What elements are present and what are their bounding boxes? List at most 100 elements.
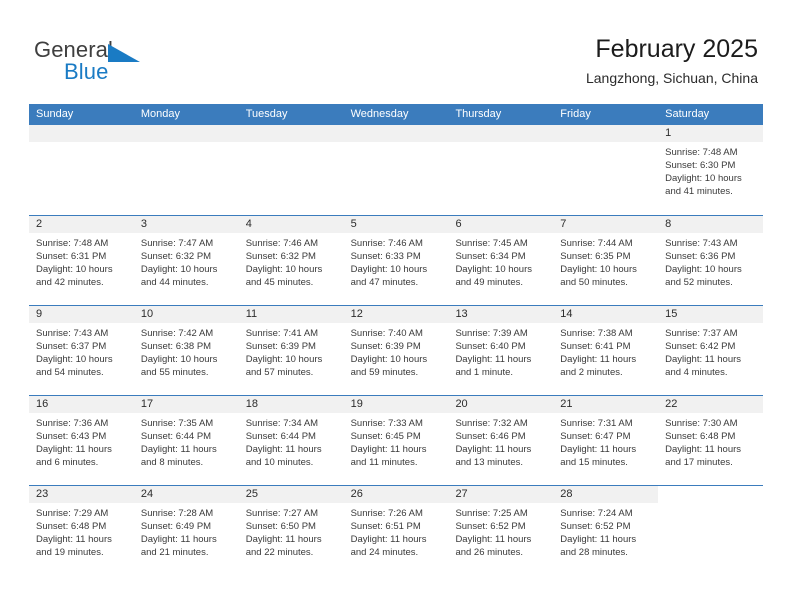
calendar-day-cell[interactable]: 26 Sunrise: 7:26 AM Sunset: 6:51 PM Dayligh… xyxy=(343,486,449,575)
day-number-band: 24 xyxy=(133,486,239,503)
day-number: 16 xyxy=(36,398,49,410)
day-sun-info: Sunrise: 7:47 AM Sunset: 6:32 PM Daylight:… xyxy=(134,233,239,289)
day-sun-info: Sunrise: 7:26 AM Sunset: 6:51 PM Daylight:… xyxy=(344,503,449,559)
daylight-text: Daylight: 10 hours and 49 minutes. xyxy=(455,264,533,288)
calendar-day-cell[interactable]: 11 Sunrise: 7:41 AM Sunset: 6:39 PM Dayligh… xyxy=(238,306,344,395)
daylight-text: Daylight: 11 hours and 2 minutes. xyxy=(560,354,637,378)
sunset-text: Sunset: 6:39 PM xyxy=(245,341,316,352)
daylight-text: Daylight: 10 hours and 57 minutes. xyxy=(245,354,323,378)
calendar-day-cell[interactable]: 23 Sunrise: 7:29 AM Sunset: 6:48 PM Dayligh… xyxy=(29,486,134,575)
sunrise-text: Sunrise: 7:35 AM xyxy=(140,418,214,429)
calendar-day-cell[interactable]: 25 Sunrise: 7:27 AM Sunset: 6:50 PM Dayligh… xyxy=(238,486,344,575)
calendar-day-cell[interactable]: 13 Sunrise: 7:39 AM Sunset: 6:40 PM Dayligh… xyxy=(448,306,554,395)
weekday-header-row: Sunday Monday Tuesday Wednesday Thursday Frid… xyxy=(29,104,763,125)
day-number-band xyxy=(448,125,554,142)
sunrise-text: Sunrise: 7:44 AM xyxy=(560,238,633,249)
calendar-day-cell[interactable]: 15 Sunrise: 7:37 AM Sunset: 6:42 PM Dayligh… xyxy=(658,306,764,395)
day-number-band xyxy=(29,125,134,142)
sunrise-text: Sunrise: 7:42 AM xyxy=(140,328,214,339)
day-number: 2 xyxy=(36,218,43,230)
day-sun-info: Sunrise: 7:45 AM Sunset: 6:34 PM Daylight:… xyxy=(448,233,553,289)
day-number-band: 26 xyxy=(343,486,449,503)
day-number-band: 12 xyxy=(343,306,449,323)
calendar-day-cell[interactable]: 28 Sunrise: 7:24 AM Sunset: 6:52 PM Dayligh… xyxy=(553,486,659,575)
weekday-header-sunday: Sunday xyxy=(36,108,74,120)
day-number: 11 xyxy=(245,308,258,320)
sunrise-text: Sunrise: 7:39 AM xyxy=(455,328,528,339)
calendar-day-cell[interactable]: 19 Sunrise: 7:33 AM Sunset: 6:45 PM Dayligh… xyxy=(343,396,449,485)
day-number: 22 xyxy=(665,398,678,410)
calendar-day-cell[interactable]: 8 Sunrise: 7:43 AM Sunset: 6:36 PM Daylight… xyxy=(658,216,764,305)
day-number: 19 xyxy=(350,398,363,410)
day-number: 25 xyxy=(245,488,258,500)
daylight-text: Daylight: 10 hours and 50 minutes. xyxy=(560,264,637,288)
calendar-day-cell[interactable]: 16 Sunrise: 7:36 AM Sunset: 6:43 PM Dayligh… xyxy=(29,396,134,485)
calendar-day-cell[interactable]: 4 Sunrise: 7:46 AM Sunset: 6:32 PM Daylight… xyxy=(238,216,344,305)
day-sun-info: Sunrise: 7:38 AM Sunset: 6:41 PM Daylight:… xyxy=(553,323,658,379)
day-number-band: 16 xyxy=(29,396,134,413)
generalblue-logo: General Blue xyxy=(34,38,264,90)
day-number: 4 xyxy=(245,218,252,230)
calendar-day-cell[interactable]: 20 Sunrise: 7:32 AM Sunset: 6:46 PM Dayligh… xyxy=(448,396,554,485)
daylight-text: Daylight: 10 hours and 47 minutes. xyxy=(350,264,428,288)
calendar-day-cell-empty xyxy=(29,125,134,215)
calendar-day-cell[interactable]: 24 Sunrise: 7:28 AM Sunset: 6:49 PM Dayligh… xyxy=(133,486,239,575)
sunset-text: Sunset: 6:52 PM xyxy=(560,521,631,532)
sunrise-text: Sunrise: 7:30 AM xyxy=(665,418,738,429)
day-number: 28 xyxy=(560,488,573,500)
calendar-day-cell[interactable]: 5 Sunrise: 7:46 AM Sunset: 6:33 PM Daylight… xyxy=(343,216,449,305)
calendar-day-cell[interactable]: 1 Sunrise: 7:48 AM Sunset: 6:30 PM Daylight… xyxy=(658,125,764,215)
daylight-text: Daylight: 10 hours and 41 minutes. xyxy=(665,173,742,197)
sunset-text: Sunset: 6:46 PM xyxy=(455,431,526,442)
sunset-text: Sunset: 6:33 PM xyxy=(350,251,421,262)
day-sun-info: Sunrise: 7:35 AM Sunset: 6:44 PM Daylight:… xyxy=(134,413,239,469)
sunrise-text: Sunrise: 7:48 AM xyxy=(665,147,738,158)
day-number: 13 xyxy=(455,308,468,320)
title-block: February 2025 Langzhong, Sichuan, China xyxy=(586,34,758,87)
calendar-day-cell[interactable]: 3 Sunrise: 7:47 AM Sunset: 6:32 PM Daylight… xyxy=(133,216,239,305)
daylight-text: Daylight: 11 hours and 11 minutes. xyxy=(350,444,427,468)
daylight-text: Daylight: 10 hours and 44 minutes. xyxy=(140,264,218,288)
day-number: 9 xyxy=(36,308,43,320)
weekday-header-monday: Monday xyxy=(140,108,180,120)
sunset-text: Sunset: 6:51 PM xyxy=(350,521,421,532)
daylight-text: Daylight: 11 hours and 4 minutes. xyxy=(665,354,742,378)
day-number-band: 14 xyxy=(553,306,659,323)
calendar-day-cell[interactable]: 14 Sunrise: 7:38 AM Sunset: 6:41 PM Dayligh… xyxy=(553,306,659,395)
sunrise-text: Sunrise: 7:32 AM xyxy=(455,418,528,429)
sunrise-text: Sunrise: 7:48 AM xyxy=(36,238,109,249)
day-number-band: 18 xyxy=(238,396,344,413)
calendar-day-cell[interactable]: 18 Sunrise: 7:34 AM Sunset: 6:44 PM Dayligh… xyxy=(238,396,344,485)
sunset-text: Sunset: 6:32 PM xyxy=(140,251,212,262)
daylight-text: Daylight: 11 hours and 8 minutes. xyxy=(140,444,217,468)
calendar-weeks: 1 Sunrise: 7:48 AM Sunset: 6:30 PM Daylight… xyxy=(29,125,764,575)
calendar-day-cell[interactable]: 10 Sunrise: 7:42 AM Sunset: 6:38 PM Dayligh… xyxy=(133,306,239,395)
sunrise-text: Sunrise: 7:43 AM xyxy=(36,328,109,339)
calendar-day-cell[interactable]: 22 Sunrise: 7:30 AM Sunset: 6:48 PM Dayligh… xyxy=(658,396,764,485)
day-sun-info: Sunrise: 7:43 AM Sunset: 6:37 PM Daylight:… xyxy=(29,323,134,379)
calendar-day-cell[interactable]: 9 Sunrise: 7:43 AM Sunset: 6:37 PM Daylight… xyxy=(29,306,134,395)
calendar-day-cell-empty xyxy=(238,125,344,215)
calendar-day-cell[interactable]: 6 Sunrise: 7:45 AM Sunset: 6:34 PM Daylight… xyxy=(448,216,554,305)
calendar-day-cell-empty xyxy=(448,125,554,215)
calendar-day-cell[interactable]: 2 Sunrise: 7:48 AM Sunset: 6:31 PM Daylight… xyxy=(29,216,134,305)
day-sun-info: Sunrise: 7:44 AM Sunset: 6:35 PM Daylight:… xyxy=(553,233,658,289)
day-sun-info: Sunrise: 7:36 AM Sunset: 6:43 PM Daylight:… xyxy=(29,413,134,469)
day-number: 14 xyxy=(560,308,573,320)
day-number: 6 xyxy=(455,218,462,230)
day-number-band: 25 xyxy=(238,486,344,503)
day-sun-info: Sunrise: 7:28 AM Sunset: 6:49 PM Daylight:… xyxy=(134,503,239,559)
calendar-day-cell[interactable]: 12 Sunrise: 7:40 AM Sunset: 6:39 PM Dayligh… xyxy=(343,306,449,395)
calendar-day-cell[interactable]: 21 Sunrise: 7:31 AM Sunset: 6:47 PM Dayligh… xyxy=(553,396,659,485)
day-number-band: 17 xyxy=(133,396,239,413)
calendar-day-cell[interactable]: 17 Sunrise: 7:35 AM Sunset: 6:44 PM Dayligh… xyxy=(133,396,239,485)
day-sun-info: Sunrise: 7:39 AM Sunset: 6:40 PM Daylight:… xyxy=(448,323,553,379)
day-sun-info: Sunrise: 7:41 AM Sunset: 6:39 PM Daylight:… xyxy=(239,323,344,379)
calendar-day-cell[interactable]: 27 Sunrise: 7:25 AM Sunset: 6:52 PM Dayligh… xyxy=(448,486,554,575)
day-number: 12 xyxy=(350,308,363,320)
calendar-day-cell[interactable]: 7 Sunrise: 7:44 AM Sunset: 6:35 PM Daylight… xyxy=(553,216,659,305)
daylight-text: Daylight: 11 hours and 28 minutes. xyxy=(560,534,637,558)
day-number-band: 1 xyxy=(658,125,764,142)
weekday-header-wednesday: Wednesday xyxy=(350,108,409,120)
calendar-day-cell-empty xyxy=(343,125,449,215)
